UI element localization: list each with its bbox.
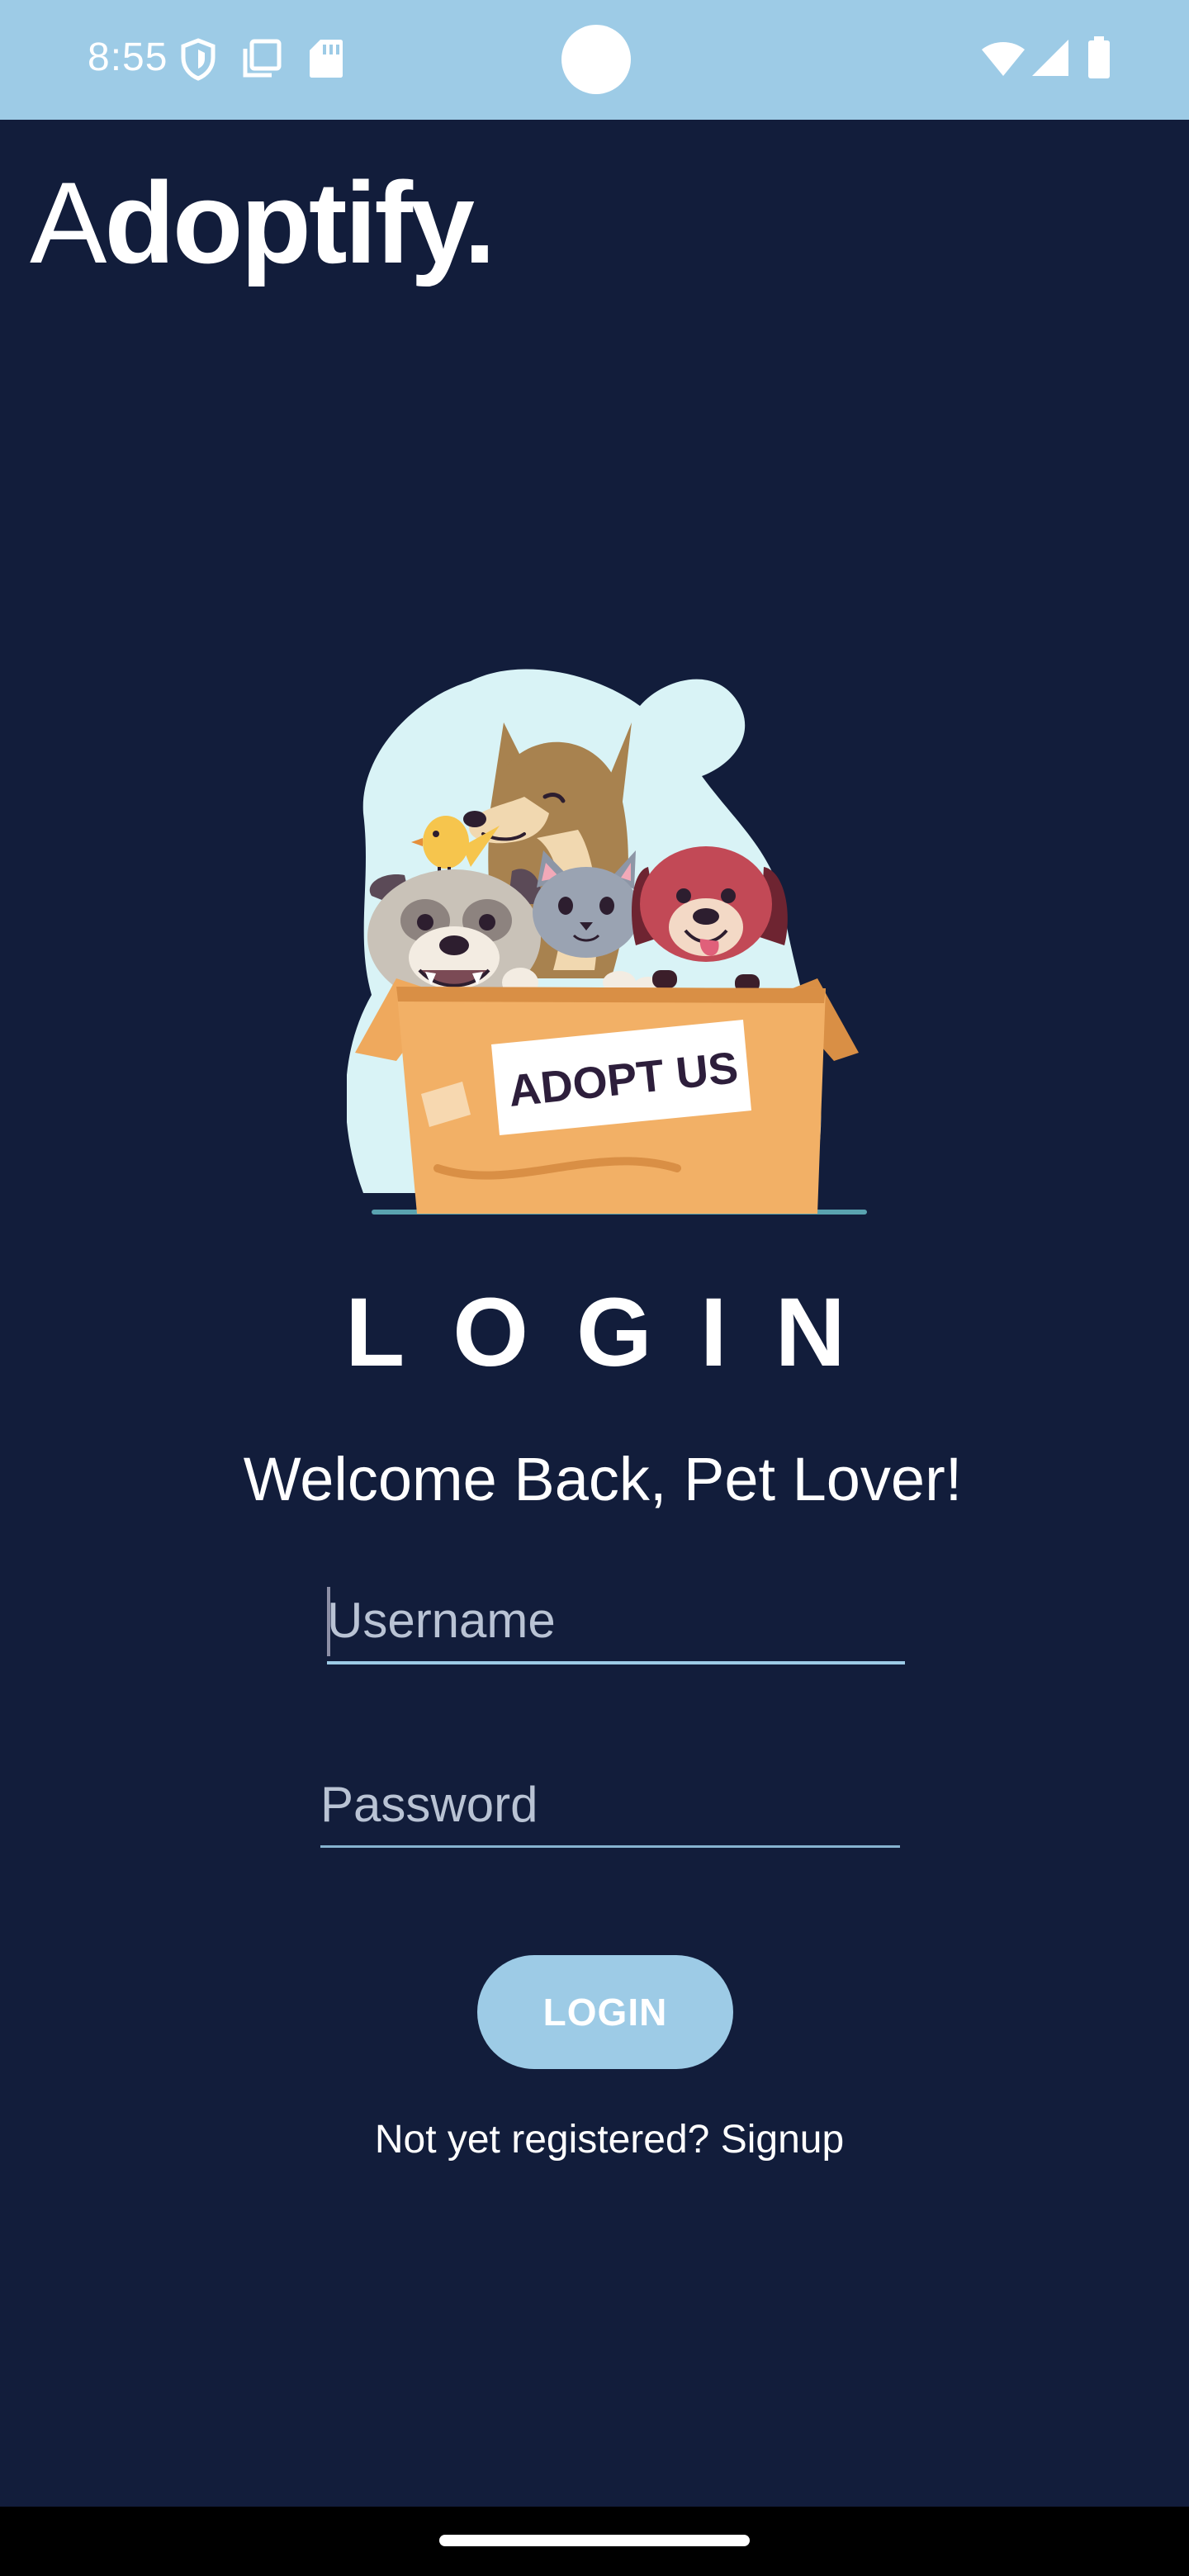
- status-bar: 8:55: [0, 0, 1189, 120]
- home-gesture-handle[interactable]: [439, 2535, 750, 2546]
- username-field[interactable]: [327, 1579, 905, 1664]
- signal-icon: [1032, 40, 1068, 76]
- username-input[interactable]: [327, 1579, 905, 1661]
- app-title-rest: doptify.: [104, 158, 495, 287]
- cardboard-box: ADOPT US: [355, 978, 859, 1214]
- sd-card-icon: [310, 40, 343, 78]
- battery-icon: [1088, 36, 1110, 78]
- camera-cutout: [561, 25, 631, 94]
- shield-icon: [181, 38, 216, 81]
- app-title: Adoptify.: [30, 165, 495, 281]
- login-button[interactable]: LOGIN: [477, 1955, 733, 2069]
- text-cursor: [327, 1587, 330, 1656]
- password-field[interactable]: [320, 1763, 900, 1848]
- signup-link[interactable]: Not yet registered? Signup: [0, 2117, 1189, 2162]
- copy-icon: [243, 39, 282, 78]
- login-screen: 8:55 Adoptify. ADOPT US LOGIN Welcome Ba…: [0, 0, 1189, 2576]
- adopt-us-illustration: ADOPT US: [347, 669, 867, 1215]
- welcome-message: Welcome Back, Pet Lover!: [243, 1445, 963, 1513]
- wifi-icon: [982, 42, 1025, 76]
- password-input[interactable]: [320, 1763, 900, 1845]
- app-title-prefix: A: [30, 158, 107, 287]
- status-time: 8:55: [88, 36, 168, 79]
- login-heading: LOGIN: [345, 1278, 893, 1387]
